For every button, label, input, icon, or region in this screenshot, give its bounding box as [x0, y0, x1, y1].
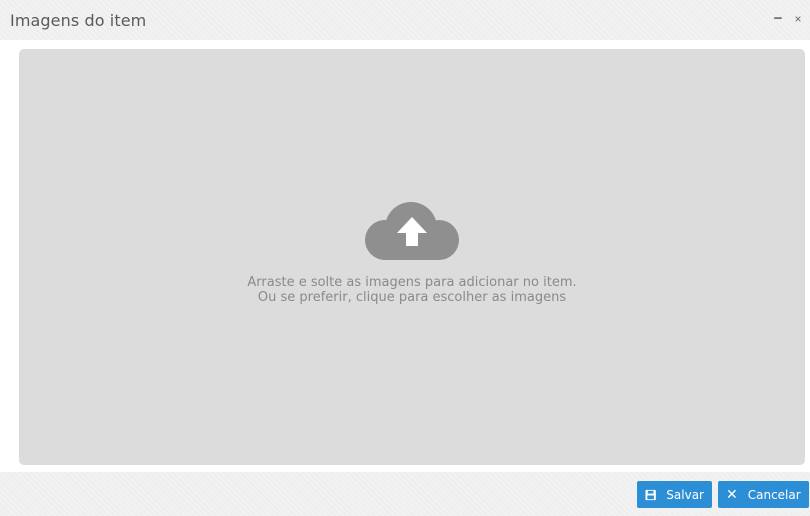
dialog-footer: Salvar ✕ Cancelar [0, 472, 810, 516]
image-dropzone[interactable]: Arraste e solte as imagens para adiciona… [19, 49, 805, 465]
floppy-disk-icon [645, 489, 656, 500]
cancel-button[interactable]: ✕ Cancelar [718, 481, 809, 508]
minimize-button[interactable]: − [771, 10, 785, 28]
dropzone-instruction: Arraste e solte as imagens para adiciona… [247, 275, 577, 290]
save-button[interactable]: Salvar [637, 481, 712, 508]
image-upload-dialog: Imagens do item − × Arraste e solte as i… [0, 0, 810, 516]
close-button[interactable]: × [791, 10, 805, 28]
cloud-upload-icon [365, 202, 459, 260]
cancel-button-label: Cancelar [747, 487, 801, 502]
dialog-titlebar[interactable]: Imagens do item − × [0, 0, 810, 40]
save-button-label: Salvar [666, 487, 704, 502]
dialog-title: Imagens do item [10, 11, 147, 30]
close-icon: ✕ [726, 486, 738, 503]
dropzone-alternative: Ou se preferir, clique para escolher as … [257, 290, 567, 305]
